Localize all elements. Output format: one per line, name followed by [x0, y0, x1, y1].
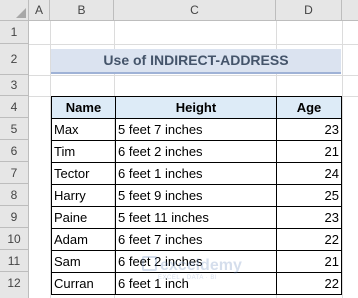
cell-name[interactable]: Tim — [51, 140, 116, 163]
header-age[interactable]: Age — [276, 96, 342, 119]
table-row: Max 5 feet 7 inches 23 — [51, 118, 342, 141]
row-header-6[interactable]: 6 — [0, 140, 29, 162]
table-row: Curran 6 feet 1 inch 22 — [51, 272, 342, 295]
column-header-a[interactable]: A — [29, 0, 50, 21]
cell-age[interactable]: 21 — [276, 140, 342, 163]
cell-age[interactable]: 21 — [276, 250, 342, 273]
column-header-c[interactable]: C — [114, 0, 276, 21]
column-header-next — [342, 0, 358, 21]
cell-name[interactable]: Harry — [51, 184, 116, 207]
table-row: Tim 6 feet 2 inches 21 — [51, 140, 342, 163]
table-row: Paine 5 feet 11 inches 23 — [51, 206, 342, 229]
row-header-12[interactable]: 12 — [0, 272, 29, 298]
spreadsheet-grid: A B C D 1 2 3 4 5 6 7 8 9 10 11 12 Use o… — [0, 0, 358, 298]
column-header-d[interactable]: D — [276, 0, 342, 21]
gridline — [342, 21, 343, 298]
table-row: Tector 6 feet 1 inches 24 — [51, 162, 342, 185]
cell-height[interactable]: 5 feet 7 inches — [115, 118, 277, 141]
cell-height[interactable]: 6 feet 2 inches — [115, 140, 277, 163]
gridline — [29, 44, 358, 45]
cell-name[interactable]: Max — [51, 118, 116, 141]
header-name[interactable]: Name — [51, 96, 116, 119]
table-row: Adam 6 feet 7 inches 22 — [51, 228, 342, 251]
row-header-3[interactable]: 3 — [0, 75, 29, 96]
cell-age[interactable]: 22 — [276, 272, 342, 295]
cell-height[interactable]: 5 feet 9 inches — [115, 184, 277, 207]
sheet-title[interactable]: Use of INDIRECT-ADDRESS — [51, 49, 341, 74]
cell-name[interactable]: Tector — [51, 162, 116, 185]
cell-height[interactable]: 6 feet 1 inch — [115, 272, 277, 295]
cell-name[interactable]: Adam — [51, 228, 116, 251]
row-header-5[interactable]: 5 — [0, 118, 29, 140]
cell-age[interactable]: 23 — [276, 118, 342, 141]
gridline — [29, 75, 358, 76]
header-height[interactable]: Height — [115, 96, 277, 119]
cell-height[interactable]: 6 feet 1 inches — [115, 162, 277, 185]
data-table: Name Height Age Max 5 feet 7 inches 23 T… — [51, 96, 342, 295]
row-header-10[interactable]: 10 — [0, 228, 29, 250]
cell-age[interactable]: 23 — [276, 206, 342, 229]
table-row: Sam 6 feet 2 inches 21 — [51, 250, 342, 273]
row-header-8[interactable]: 8 — [0, 184, 29, 206]
cell-name[interactable]: Curran — [51, 272, 116, 295]
row-header-2[interactable]: 2 — [0, 44, 29, 75]
cell-height[interactable]: 6 feet 7 inches — [115, 228, 277, 251]
column-header-b[interactable]: B — [50, 0, 114, 21]
row-header-7[interactable]: 7 — [0, 162, 29, 184]
table-row: Harry 5 feet 9 inches 25 — [51, 184, 342, 207]
row-header-1[interactable]: 1 — [0, 21, 29, 44]
table-header-row: Name Height Age — [51, 96, 342, 119]
row-header-9[interactable]: 9 — [0, 206, 29, 228]
select-all-corner[interactable] — [0, 0, 29, 21]
row-header-11[interactable]: 11 — [0, 250, 29, 272]
row-header-4[interactable]: 4 — [0, 96, 29, 118]
cell-name[interactable]: Sam — [51, 250, 116, 273]
cell-age[interactable]: 25 — [276, 184, 342, 207]
cell-height[interactable]: 5 feet 11 inches — [115, 206, 277, 229]
cell-age[interactable]: 22 — [276, 228, 342, 251]
cell-name[interactable]: Paine — [51, 206, 116, 229]
cell-age[interactable]: 24 — [276, 162, 342, 185]
cell-height[interactable]: 6 feet 2 inches — [115, 250, 277, 273]
